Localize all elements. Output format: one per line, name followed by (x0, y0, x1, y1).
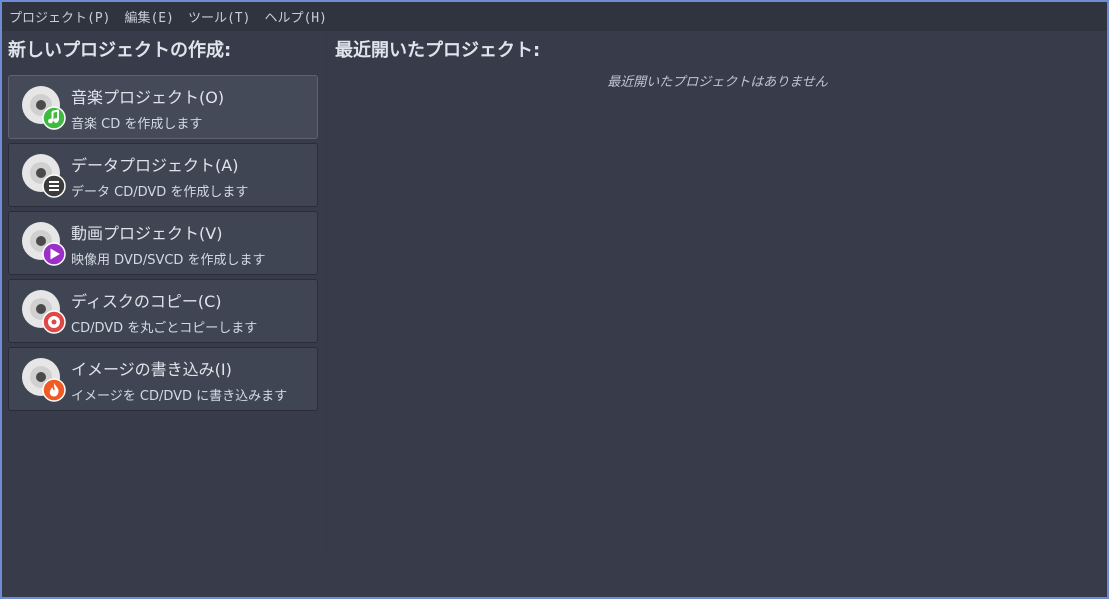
burn-image-title: イメージの書き込み(I) (71, 360, 232, 379)
audio-project-title: 音楽プロジェクト(O) (71, 88, 225, 107)
disc-copy-desc: CD/DVD を丸ごとコピーします (71, 321, 258, 336)
recent-projects-empty-message: 最近開いたプロジェクトはありません (607, 75, 828, 90)
new-project-title: 新しいプロジェクトの作成: (8, 40, 232, 61)
menu-edit[interactable]: 編集(E) (124, 7, 173, 26)
main-content: 新しいプロジェクトの作成: 音楽プロジェクト(O) 音楽 CD を作成します デ… (2, 31, 1107, 597)
disc-play-icon (22, 222, 66, 266)
menubar: プロジェクト(P) 編集(E) ツール(T) ヘルプ(H) (2, 2, 1107, 31)
new-project-panel: 新しいプロジェクトの作成: 音楽プロジェクト(O) 音楽 CD を作成します デ… (2, 31, 327, 556)
disc-copy-button[interactable]: ディスクのコピー(C) CD/DVD を丸ごとコピーします (8, 279, 318, 343)
video-project-button[interactable]: 動画プロジェクト(V) 映像用 DVD/SVCD を作成します (8, 211, 318, 275)
disc-music-icon (22, 86, 66, 130)
audio-project-desc: 音楽 CD を作成します (71, 117, 203, 132)
data-project-desc: データ CD/DVD を作成します (71, 185, 249, 200)
recent-projects-title: 最近開いたプロジェクト: (335, 40, 541, 61)
menu-project[interactable]: プロジェクト(P) (9, 7, 110, 26)
disc-list-icon (22, 154, 66, 198)
recent-projects-panel: 最近開いたプロジェクト: 最近開いたプロジェクトはありません (328, 31, 1107, 597)
video-project-desc: 映像用 DVD/SVCD を作成します (71, 253, 266, 268)
burn-image-button[interactable]: イメージの書き込み(I) イメージを CD/DVD に書き込みます (8, 347, 318, 411)
brasero-window: プロジェクト(P) 編集(E) ツール(T) ヘルプ(H) 新しいプロジェクトの… (2, 2, 1107, 597)
disc-record-icon (22, 290, 66, 334)
video-project-title: 動画プロジェクト(V) (71, 224, 223, 243)
menu-help[interactable]: ヘルプ(H) (264, 7, 326, 26)
burn-image-desc: イメージを CD/DVD に書き込みます (71, 389, 288, 404)
data-project-title: データプロジェクト(A) (71, 156, 239, 175)
disc-fire-icon (22, 358, 66, 402)
menu-tools[interactable]: ツール(T) (188, 7, 250, 26)
audio-project-button[interactable]: 音楽プロジェクト(O) 音楽 CD を作成します (8, 75, 318, 139)
data-project-button[interactable]: データプロジェクト(A) データ CD/DVD を作成します (8, 143, 318, 207)
disc-copy-title: ディスクのコピー(C) (71, 292, 222, 311)
